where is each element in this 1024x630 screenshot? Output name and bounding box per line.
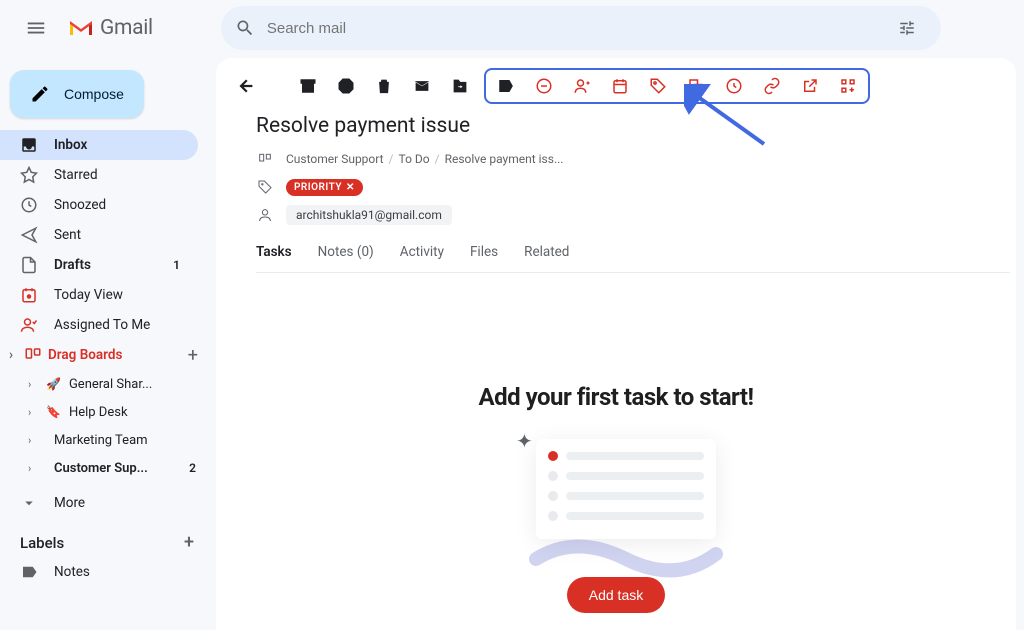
labels-header: Labels + (0, 518, 210, 557)
tabs: Tasks Notes (0) Activity Files Related (256, 234, 1010, 273)
board-button[interactable] (492, 72, 520, 100)
tag-icon (256, 178, 274, 196)
pencil-icon (30, 84, 50, 104)
due-date-button[interactable] (606, 72, 634, 100)
hamburger-icon (25, 17, 47, 39)
drag-toolbar-highlight (484, 68, 870, 104)
compose-label: Compose (64, 86, 124, 102)
main-panel: Resolve payment issue Customer Support/T… (216, 58, 1016, 630)
sidebar-item-sent[interactable]: Sent (0, 220, 198, 250)
drag-boards-header[interactable]: › Drag Boards + (0, 340, 210, 370)
empty-state-title: Add your first task to start! (216, 383, 1016, 411)
sidebar-item-today-view[interactable]: Today View (0, 280, 198, 310)
remove-chip-icon[interactable]: ✕ (346, 182, 355, 193)
toolbar (216, 64, 1016, 108)
sidebar: Compose Inbox Starred Snoozed Sent Draft… (0, 60, 210, 593)
assignee-row: architshukla91@gmail.com (256, 204, 976, 226)
clock-icon (20, 196, 38, 214)
merge-button[interactable] (682, 72, 710, 100)
tune-icon (898, 19, 916, 37)
gmail-logo-text: Gmail (100, 16, 153, 40)
gmail-m-icon (68, 18, 94, 38)
search-options-button[interactable] (887, 8, 927, 48)
empty-state-illustration: ✦ (516, 429, 716, 559)
today-icon (20, 286, 38, 304)
board-path-icon (256, 150, 274, 168)
priority-chip[interactable]: PRIORITY ✕ (286, 179, 363, 196)
tab-activity[interactable]: Activity (400, 234, 444, 272)
add-task-button[interactable]: Add task (567, 577, 665, 613)
sidebar-item-drafts[interactable]: Drafts 1 (0, 250, 198, 280)
snooze-drag-button[interactable] (720, 72, 748, 100)
open-external-button[interactable] (796, 72, 824, 100)
link-button[interactable] (758, 72, 786, 100)
chevron-down-icon (20, 494, 38, 512)
search-box[interactable] (221, 6, 941, 50)
tab-notes[interactable]: Notes (0) (318, 234, 374, 272)
back-button[interactable] (232, 72, 260, 100)
send-icon (20, 226, 38, 244)
tab-related[interactable]: Related (524, 234, 569, 272)
assign-button[interactable] (568, 72, 596, 100)
search-input[interactable] (267, 20, 875, 37)
sidebar-item-inbox[interactable]: Inbox (0, 130, 198, 160)
add-board-button[interactable]: + (188, 345, 198, 366)
search-icon (235, 18, 255, 38)
gmail-logo[interactable]: Gmail (68, 16, 153, 40)
inbox-icon (20, 136, 38, 154)
board-marketing[interactable]: ›Marketing Team (0, 426, 210, 454)
page-title: Resolve payment issue (256, 114, 976, 138)
boards-icon (24, 346, 42, 364)
label-notes[interactable]: Notes (0, 557, 198, 587)
report-spam-button[interactable] (332, 72, 360, 100)
tab-files[interactable]: Files (470, 234, 498, 272)
chevron-right-icon: › (4, 347, 18, 363)
sidebar-item-snoozed[interactable]: Snoozed (0, 190, 198, 220)
assignee-chip[interactable]: architshukla91@gmail.com (286, 205, 452, 225)
assignee-icon (256, 206, 274, 224)
archive-button[interactable] (294, 72, 322, 100)
move-to-button[interactable] (446, 72, 474, 100)
person-icon (20, 316, 38, 334)
board-customer-support[interactable]: ›Customer Sup...2 (0, 454, 210, 482)
mark-unread-button[interactable] (408, 72, 436, 100)
sidebar-item-more[interactable]: More (0, 488, 198, 518)
status-button[interactable] (530, 72, 558, 100)
breadcrumb-row: Customer Support/To Do/Resolve payment i… (256, 148, 976, 170)
tab-tasks[interactable]: Tasks (256, 234, 292, 272)
board-help-desk[interactable]: ›🔖Help Desk (0, 398, 210, 426)
apps-button[interactable] (834, 72, 862, 100)
tags-button[interactable] (644, 72, 672, 100)
label-icon (20, 563, 38, 581)
empty-state: Add your first task to start! ✦ Add task (216, 273, 1016, 613)
header: Gmail (0, 0, 1024, 56)
sidebar-item-assigned-to-me[interactable]: Assigned To Me (0, 310, 198, 340)
main-menu-button[interactable] (12, 4, 60, 52)
compose-button[interactable]: Compose (10, 70, 144, 118)
tags-row: PRIORITY ✕ (256, 176, 976, 198)
sidebar-item-starred[interactable]: Starred (0, 160, 198, 190)
board-general[interactable]: ›🚀General Shar... (0, 370, 210, 398)
draft-icon (20, 256, 38, 274)
breadcrumb[interactable]: Customer Support/To Do/Resolve payment i… (286, 152, 563, 166)
delete-button[interactable] (370, 72, 398, 100)
star-icon (20, 166, 38, 184)
add-label-button[interactable]: + (184, 532, 194, 553)
